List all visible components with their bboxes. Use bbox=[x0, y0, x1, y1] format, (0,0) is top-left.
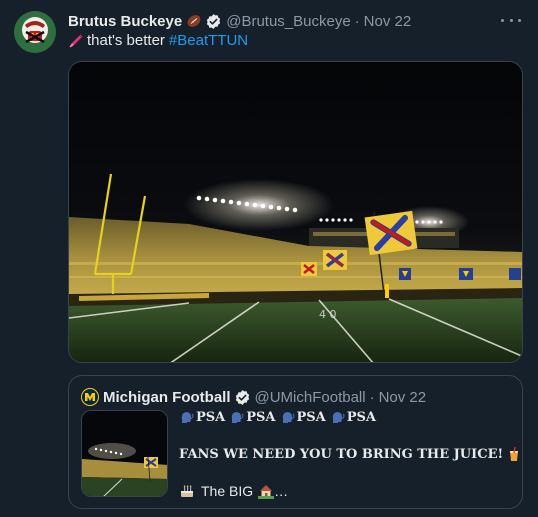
house-icon bbox=[258, 483, 275, 499]
more-options-icon[interactable] bbox=[501, 12, 521, 28]
quote-line-psa: PSA PSA PSA PSA bbox=[179, 409, 380, 425]
michigan-logo-icon bbox=[81, 388, 99, 406]
display-name[interactable]: Brutus Buckeye bbox=[68, 13, 182, 30]
football-icon bbox=[187, 15, 201, 27]
quote-thumbnail-image[interactable] bbox=[81, 410, 168, 497]
juice-cup-icon bbox=[506, 446, 522, 462]
quote-big-text: The BIG bbox=[201, 483, 254, 499]
psa-label: PSA bbox=[346, 409, 376, 425]
quote-timestamp[interactable]: Nov 22 bbox=[379, 389, 427, 406]
tweet-text: that's better #BeatTTUN bbox=[68, 32, 248, 49]
hashtag-link[interactable]: #BeatTTUN bbox=[169, 32, 248, 49]
speaking-head-icon bbox=[330, 409, 346, 425]
psa-label: PSA bbox=[296, 409, 326, 425]
verified-badge-icon bbox=[207, 13, 221, 29]
quote-display-name[interactable]: Michigan Football bbox=[103, 389, 231, 406]
speaking-head-icon bbox=[280, 409, 296, 425]
psa-label: PSA bbox=[246, 409, 276, 425]
separator-dot: · bbox=[369, 388, 375, 406]
quote-tweet[interactable]: Michigan Football @UMichFootball · Nov 2… bbox=[68, 375, 523, 509]
quote-juice-text: FANS WE NEED YOU TO BRING THE JUICE! bbox=[179, 446, 504, 462]
tweet-header: Brutus Buckeye @Brutus_Buckeye · Nov 22 bbox=[68, 11, 411, 31]
separator-dot: · bbox=[354, 12, 360, 30]
timestamp[interactable]: Nov 22 bbox=[364, 13, 412, 30]
handle[interactable]: @Brutus_Buckeye bbox=[226, 13, 350, 30]
speaking-head-icon bbox=[229, 409, 245, 425]
avatar[interactable]: M bbox=[14, 11, 56, 53]
quote-line-big: The BIG … bbox=[179, 483, 288, 499]
speaking-head-icon bbox=[179, 409, 195, 425]
svg-text:4 0: 4 0 bbox=[319, 308, 337, 321]
marker-icon bbox=[69, 34, 83, 47]
ellipsis: … bbox=[274, 483, 289, 499]
tweet[interactable]: M Brutus Buckeye @Brutus_Buckeye · Nov 2… bbox=[0, 0, 538, 517]
verified-badge-icon bbox=[235, 389, 249, 405]
birthday-cake-icon bbox=[179, 483, 195, 499]
quote-line-juice: FANS WE NEED YOU TO BRING THE JUICE! bbox=[179, 446, 522, 462]
psa-label: PSA bbox=[196, 409, 226, 425]
tweet-body: that's better bbox=[87, 32, 165, 49]
stadium-night-image[interactable]: 4 0 bbox=[68, 61, 523, 363]
quote-header: Michigan Football @UMichFootball · Nov 2… bbox=[81, 388, 426, 406]
quote-handle[interactable]: @UMichFootball bbox=[255, 389, 366, 406]
